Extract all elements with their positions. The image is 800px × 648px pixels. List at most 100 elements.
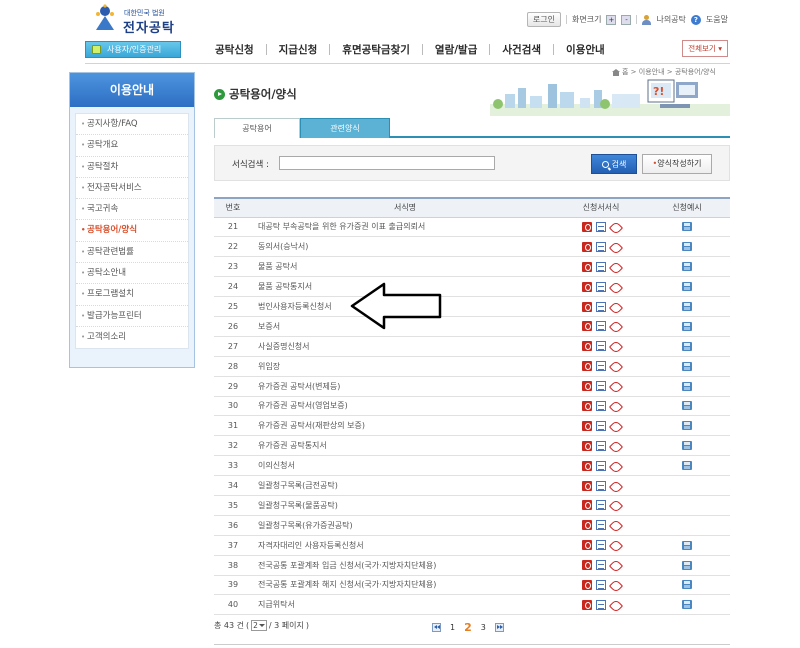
page-link-3[interactable]: 3 <box>481 623 486 632</box>
gnb-item-case-search[interactable]: 사건검색 <box>490 42 553 57</box>
form-name-link[interactable]: 일괄청구목록(물품공탁) <box>252 495 558 516</box>
hwp-download-icon[interactable] <box>582 560 592 571</box>
sidebar-item-office-guide[interactable]: 공탁소안내 <box>76 263 188 285</box>
form-name-link[interactable]: 자격자대리인 사용자등록신청서 <box>252 535 558 556</box>
pdf-download-icon[interactable] <box>610 262 620 272</box>
pdf-download-icon[interactable] <box>610 302 620 312</box>
example-download-icon[interactable] <box>682 282 692 292</box>
form-name-link[interactable]: 이의신청서 <box>252 455 558 477</box>
gnb-item-view-issue[interactable]: 열람/발급 <box>423 42 489 57</box>
form-name-link[interactable]: 유가증권 공탁서(변제등) <box>252 376 558 397</box>
sidebar-item-laws[interactable]: 공탁관련법률 <box>76 242 188 264</box>
gnb-item-dormant-search[interactable]: 휴면공탁금찾기 <box>330 42 422 57</box>
doc-download-icon[interactable] <box>596 560 606 571</box>
doc-download-icon[interactable] <box>596 480 606 491</box>
doc-download-icon[interactable] <box>596 599 606 610</box>
zoom-out-button[interactable]: - <box>621 14 632 25</box>
hwp-download-icon[interactable] <box>582 579 592 590</box>
write-form-button[interactable]: •양식작성하기 <box>642 154 712 174</box>
doc-download-icon[interactable] <box>596 221 606 232</box>
form-name-link[interactable]: 일괄청구목록(금전공탁) <box>252 475 558 496</box>
doc-download-icon[interactable] <box>596 301 606 312</box>
example-download-icon[interactable] <box>682 441 692 451</box>
sidebar-item-terms-forms[interactable]: 공탁용어/양식 <box>76 220 188 242</box>
tab-terms[interactable]: 공탁용어 <box>214 118 300 138</box>
example-download-icon[interactable] <box>682 560 692 570</box>
page-link-1[interactable]: 1 <box>450 623 455 632</box>
sidebar-item-overview[interactable]: 공탁개요 <box>76 135 188 157</box>
hwp-download-icon[interactable] <box>582 361 592 372</box>
hwp-download-icon[interactable] <box>582 261 592 272</box>
pdf-download-icon[interactable] <box>610 560 620 570</box>
hwp-download-icon[interactable] <box>582 480 592 491</box>
sidebar-item-procedure[interactable]: 공탁절차 <box>76 157 188 178</box>
form-name-link[interactable]: 물품 공탁서 <box>252 256 558 278</box>
doc-download-icon[interactable] <box>596 400 606 411</box>
search-button[interactable]: 검색 <box>591 154 637 174</box>
hwp-download-icon[interactable] <box>582 440 592 451</box>
pdf-download-icon[interactable] <box>610 580 620 590</box>
pdf-download-icon[interactable] <box>610 421 620 431</box>
sidebar-item-feedback[interactable]: 고객의소리 <box>76 327 188 348</box>
doc-download-icon[interactable] <box>596 460 606 471</box>
form-name-link[interactable]: 유가증권 공탁통지서 <box>252 435 558 457</box>
pdf-download-icon[interactable] <box>610 441 620 451</box>
example-download-icon[interactable] <box>682 381 692 391</box>
form-name-link[interactable]: 대공탁 부속공탁을 위한 유가증권 이표 출급의뢰서 <box>252 217 558 238</box>
pdf-download-icon[interactable] <box>610 481 620 491</box>
example-download-icon[interactable] <box>682 421 692 431</box>
example-download-icon[interactable] <box>682 222 692 232</box>
example-download-icon[interactable] <box>682 461 692 471</box>
pdf-download-icon[interactable] <box>610 341 620 351</box>
pdf-download-icon[interactable] <box>610 540 620 550</box>
zoom-in-button[interactable]: + <box>606 14 617 25</box>
example-download-icon[interactable] <box>682 540 692 550</box>
sidebar-item-program-install[interactable]: 프로그램설치 <box>76 284 188 306</box>
doc-download-icon[interactable] <box>596 520 606 531</box>
hwp-download-icon[interactable] <box>582 241 592 252</box>
doc-download-icon[interactable] <box>596 281 606 292</box>
doc-download-icon[interactable] <box>596 381 606 392</box>
hwp-download-icon[interactable] <box>582 540 592 551</box>
doc-download-icon[interactable] <box>596 579 606 590</box>
example-download-icon[interactable] <box>682 341 692 351</box>
hwp-download-icon[interactable] <box>582 341 592 352</box>
example-download-icon[interactable] <box>682 302 692 311</box>
hwp-download-icon[interactable] <box>582 420 592 431</box>
hwp-download-icon[interactable] <box>582 520 592 531</box>
pdf-download-icon[interactable] <box>610 401 620 411</box>
doc-download-icon[interactable] <box>596 420 606 431</box>
tab-forms[interactable]: 관련양식 <box>300 118 390 138</box>
user-cert-button[interactable]: 사용자/인증관리 <box>85 40 181 58</box>
form-name-link[interactable]: 전국공통 포괄계좌 해지 신청서(국가·지방자치단체용) <box>252 575 558 596</box>
doc-download-icon[interactable] <box>596 341 606 352</box>
page-select[interactable]: 2 <box>251 620 267 631</box>
doc-download-icon[interactable] <box>596 500 606 511</box>
doc-download-icon[interactable] <box>596 440 606 451</box>
example-download-icon[interactable] <box>682 262 692 272</box>
gnb-item-deposit-apply[interactable]: 공탁신청 <box>203 42 266 57</box>
hwp-download-icon[interactable] <box>582 381 592 392</box>
doc-download-icon[interactable] <box>596 261 606 272</box>
form-name-link[interactable]: 동의서(승낙서) <box>252 236 558 258</box>
sidebar-item-reversion[interactable]: 국고귀속 <box>76 199 188 221</box>
example-download-icon[interactable] <box>682 361 692 371</box>
hwp-download-icon[interactable] <box>582 599 592 610</box>
doc-download-icon[interactable] <box>596 241 606 252</box>
page-link-2[interactable]: 2 <box>464 621 472 634</box>
pdf-download-icon[interactable] <box>610 600 620 610</box>
form-name-link[interactable]: 위임장 <box>252 356 558 377</box>
site-logo[interactable]: 대한민국 법원 전자공탁 <box>92 4 182 36</box>
sidebar-item-notice-faq[interactable]: 공지사항/FAQ <box>76 114 188 136</box>
pdf-download-icon[interactable] <box>610 381 620 391</box>
hwp-download-icon[interactable] <box>582 321 592 332</box>
sidebar-item-e-service[interactable]: 전자공탁서비스 <box>76 178 188 200</box>
pdf-download-icon[interactable] <box>610 242 620 252</box>
last-page-icon[interactable] <box>494 623 504 632</box>
form-name-link[interactable]: 전국공통 포괄계좌 입금 신청서(국가·지방자치단체용) <box>252 555 558 576</box>
pdf-download-icon[interactable] <box>610 321 620 331</box>
mypage-link[interactable]: 나의공탁 <box>656 14 685 25</box>
example-download-icon[interactable] <box>682 401 692 411</box>
login-button[interactable]: 로그인 <box>526 12 561 27</box>
pdf-download-icon[interactable] <box>610 282 620 292</box>
